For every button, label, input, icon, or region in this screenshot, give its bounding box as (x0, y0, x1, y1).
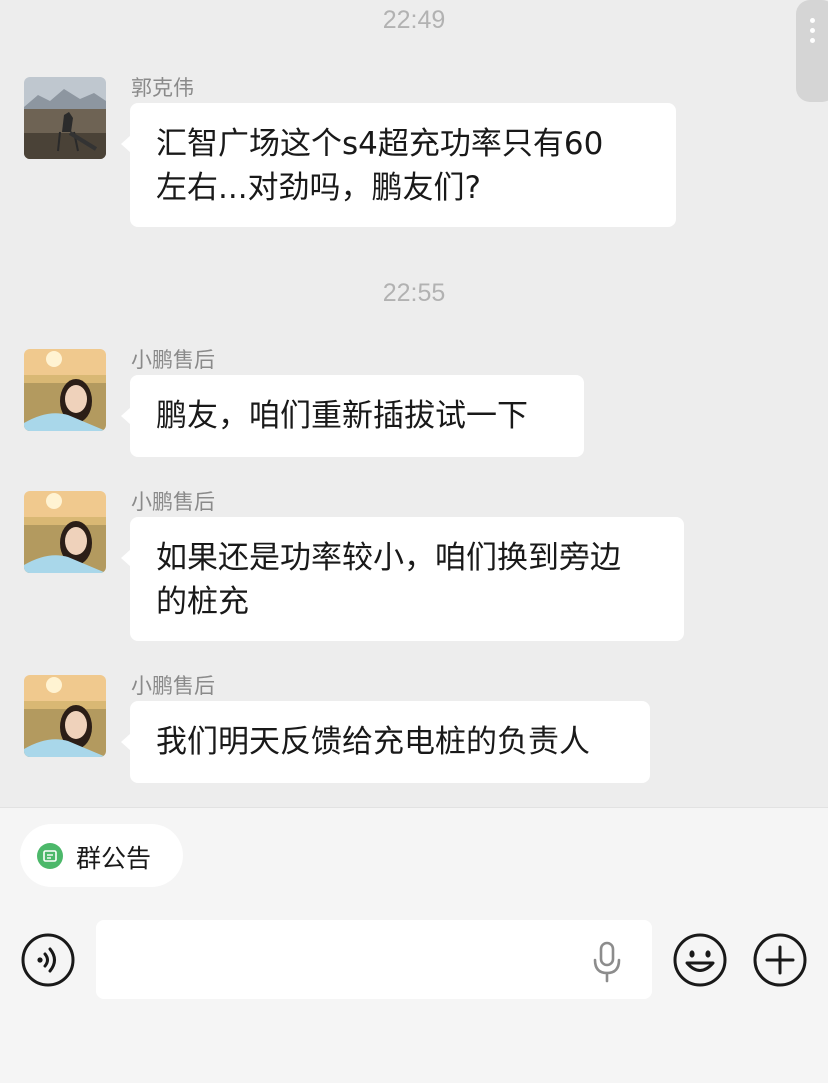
message-bubble[interactable]: 如果还是功率较小，咱们换到旁边 的桩充 (121, 517, 684, 641)
mic-icon[interactable] (590, 941, 624, 983)
sender-name: 小鹏售后 (131, 674, 215, 698)
more-dot (810, 38, 815, 43)
message-input[interactable] (96, 920, 652, 999)
avatar-portrait-image (24, 675, 106, 757)
more-dot (810, 18, 815, 23)
avatar-portrait-image (24, 491, 106, 573)
avatar-landscape-image (24, 77, 106, 159)
message-text-line: 鹏友，咱们重新插拔试一下 (156, 398, 528, 434)
message-bubble[interactable]: 我们明天反馈给充电桩的负责人 (121, 701, 650, 783)
avatar[interactable] (24, 491, 106, 573)
more-actions-button[interactable] (752, 932, 808, 988)
message-bubble[interactable]: 鹏友，咱们重新插拔试一下 (121, 375, 584, 457)
chat-area[interactable]: 22:49 郭克伟 汇智广场这个s4超充功率只有60 左右...对劲吗，鹏友们?… (0, 0, 828, 807)
timestamp: 22:49 (382, 6, 446, 34)
timestamp: 22:55 (382, 279, 446, 307)
message-text-line: 我们明天反馈给充电桩的负责人 (156, 724, 590, 760)
voice-toggle-button[interactable] (20, 932, 76, 988)
message-text-line: 的桩充 (156, 584, 249, 620)
avatar-portrait-image (24, 349, 106, 431)
more-options-handle[interactable] (796, 0, 828, 102)
avatar[interactable] (24, 77, 106, 159)
message-text-line: 左右...对劲吗，鹏友们? (156, 170, 482, 206)
announcement-icon (37, 843, 63, 869)
message-text-line: 如果还是功率较小，咱们换到旁边 (156, 540, 621, 576)
sender-name: 郭克伟 (131, 76, 194, 100)
emoji-icon (673, 933, 727, 987)
plus-icon (753, 933, 807, 987)
message-text-line: 汇智广场这个s4超充功率只有60 (156, 126, 604, 162)
sender-name: 小鹏售后 (131, 348, 215, 372)
avatar[interactable] (24, 349, 106, 431)
voice-icon (21, 933, 75, 987)
more-dot (810, 28, 815, 33)
announcement-label: 群公告 (76, 844, 152, 873)
bottom-panel: 群公告 (0, 807, 828, 1083)
message-bubble[interactable]: 汇智广场这个s4超充功率只有60 左右...对劲吗，鹏友们? (121, 103, 676, 227)
group-announcement-button[interactable]: 群公告 (20, 824, 183, 887)
sender-name: 小鹏售后 (131, 490, 215, 514)
avatar[interactable] (24, 675, 106, 757)
emoji-button[interactable] (672, 932, 728, 988)
